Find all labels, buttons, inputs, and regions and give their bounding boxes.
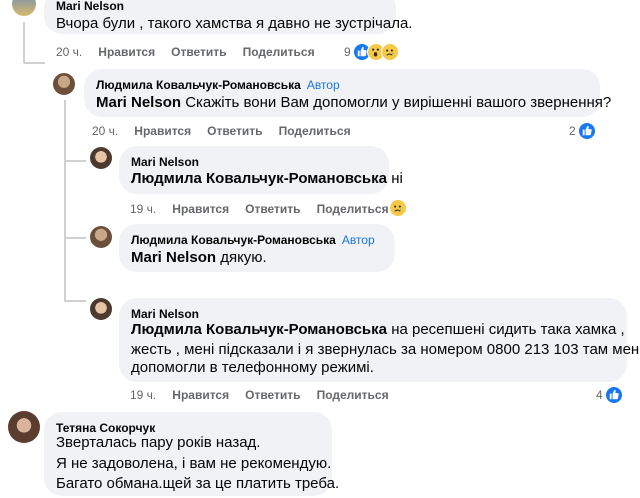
comment-author[interactable]: Людмила Ковальчук-Романовська (96, 78, 301, 92)
reply-button[interactable]: Ответить (245, 202, 300, 216)
share-button[interactable]: Поделиться (279, 124, 351, 138)
comment-text: на ресепшені сидить така хамка , (391, 321, 625, 338)
comment-bubble: Mari Nelson Людмила Ковальчук-Романовськ… (119, 146, 403, 194)
like-button[interactable]: Нравится (134, 124, 191, 138)
comment-time[interactable]: 19 ч. (130, 202, 156, 216)
reactions[interactable]: 2 (569, 122, 596, 140)
sad-icon (380, 43, 399, 61)
avatar[interactable] (12, 0, 36, 16)
share-button[interactable]: Поделиться (317, 202, 389, 216)
mention-link[interactable]: Людмила Ковальчук-Романовська (131, 170, 387, 187)
thread-line (64, 160, 86, 162)
comment-time[interactable]: 20 ч. (56, 45, 82, 59)
mention-link[interactable]: Mari Nelson (131, 249, 216, 266)
mention-link[interactable]: Mari Nelson (96, 94, 181, 111)
comment-text: жесть , мені підсказали і я звернулась з… (131, 341, 640, 358)
comment-text: ні (391, 170, 403, 187)
reactions[interactable]: 9 (344, 43, 399, 61)
sad-icon (389, 199, 407, 217)
comment-author[interactable]: Mari Nelson (56, 0, 124, 13)
comment-meta: 19 ч. Нравится Ответить Поделиться (130, 202, 405, 216)
comment-bubble: Mari Nelson Людмила Ковальчук-Романовськ… (119, 298, 640, 382)
avatar[interactable] (90, 147, 112, 169)
reply-button[interactable]: Ответить (207, 124, 262, 138)
comment-author-line: Людмила Ковальчук-Романовська Автор (131, 233, 375, 247)
comment-meta: 20 ч. Нравится Ответить Поделиться (56, 45, 331, 59)
avatar[interactable] (8, 411, 40, 443)
comment-bubble: Mari Nelson Вчора були , такого хамства … (44, 0, 412, 34)
comment-text-line: Людмила Ковальчук-Романовська ні (131, 169, 403, 189)
reaction-count: 4 (596, 388, 603, 402)
avatar[interactable] (90, 298, 112, 320)
comment-author[interactable]: Людмила Ковальчук-Романовська (131, 233, 336, 247)
comment-text: Вчора були , такого хамства я давно не з… (56, 15, 413, 32)
comment-meta: 20 ч. Нравится Ответить Поделиться (92, 124, 367, 138)
comment-author-line: Людмила Ковальчук-Романовська Автор (96, 78, 340, 92)
mention-link[interactable]: Людмила Ковальчук-Романовська (131, 321, 387, 338)
thread-line (23, 62, 45, 64)
thread-line (23, 22, 25, 62)
comment-time[interactable]: 19 ч. (130, 388, 156, 402)
comment-bubble: Людмила Ковальчук-Романовська Автор Mari … (119, 224, 395, 272)
like-icon (577, 122, 596, 140)
avatar[interactable] (90, 226, 112, 248)
reactions[interactable] (389, 199, 407, 217)
share-button[interactable]: Поделиться (243, 45, 315, 59)
share-button[interactable]: Поделиться (317, 388, 389, 402)
comment-bubble: Тетяна Сокорчук Зверталась пару років на… (44, 412, 339, 496)
reply-button[interactable]: Ответить (245, 388, 300, 402)
comment-meta: 19 ч. Нравится Ответить Поделиться (130, 388, 405, 402)
comment-author[interactable]: Mari Nelson (131, 155, 199, 169)
comment-text-line: Mari Nelson Скажіть вони Вам допомогли у… (96, 93, 611, 113)
comment-text: Багато обмана.щей за це платить треба. (56, 475, 340, 492)
comment-bubble: Людмила Ковальчук-Романовська Автор Mari … (84, 69, 611, 117)
author-badge: Автор (341, 233, 375, 247)
like-button[interactable]: Нравится (172, 202, 229, 216)
comment-text: допомогли в телефонному режимі. (131, 359, 374, 376)
comment-text: Зверталась пару років назад. (56, 434, 261, 451)
reaction-count: 2 (569, 124, 576, 138)
reaction-count: 9 (344, 45, 351, 59)
reply-button[interactable]: Ответить (171, 45, 226, 59)
comment-text: Скажіть вони Вам допомогли у вирішенні в… (185, 94, 612, 111)
comment-time[interactable]: 20 ч. (92, 124, 118, 138)
comment-author[interactable]: Mari Nelson (131, 307, 199, 321)
like-button[interactable]: Нравится (98, 45, 155, 59)
comment-text: Я не задоволена, і вам не рекомендую. (56, 455, 332, 472)
comment-text: дякую. (220, 249, 267, 266)
avatar[interactable] (53, 73, 75, 95)
like-icon (604, 386, 623, 404)
thread-line (64, 237, 86, 239)
thread-line (64, 100, 66, 300)
reactions[interactable]: 4 (596, 386, 623, 404)
comment-text-line: Mari Nelson дякую. (131, 248, 267, 268)
author-badge: Автор (306, 78, 340, 92)
thread-line (64, 300, 86, 302)
like-button[interactable]: Нравится (172, 388, 229, 402)
comment-text-line: Людмила Ковальчук-Романовська на ресепше… (131, 320, 625, 340)
